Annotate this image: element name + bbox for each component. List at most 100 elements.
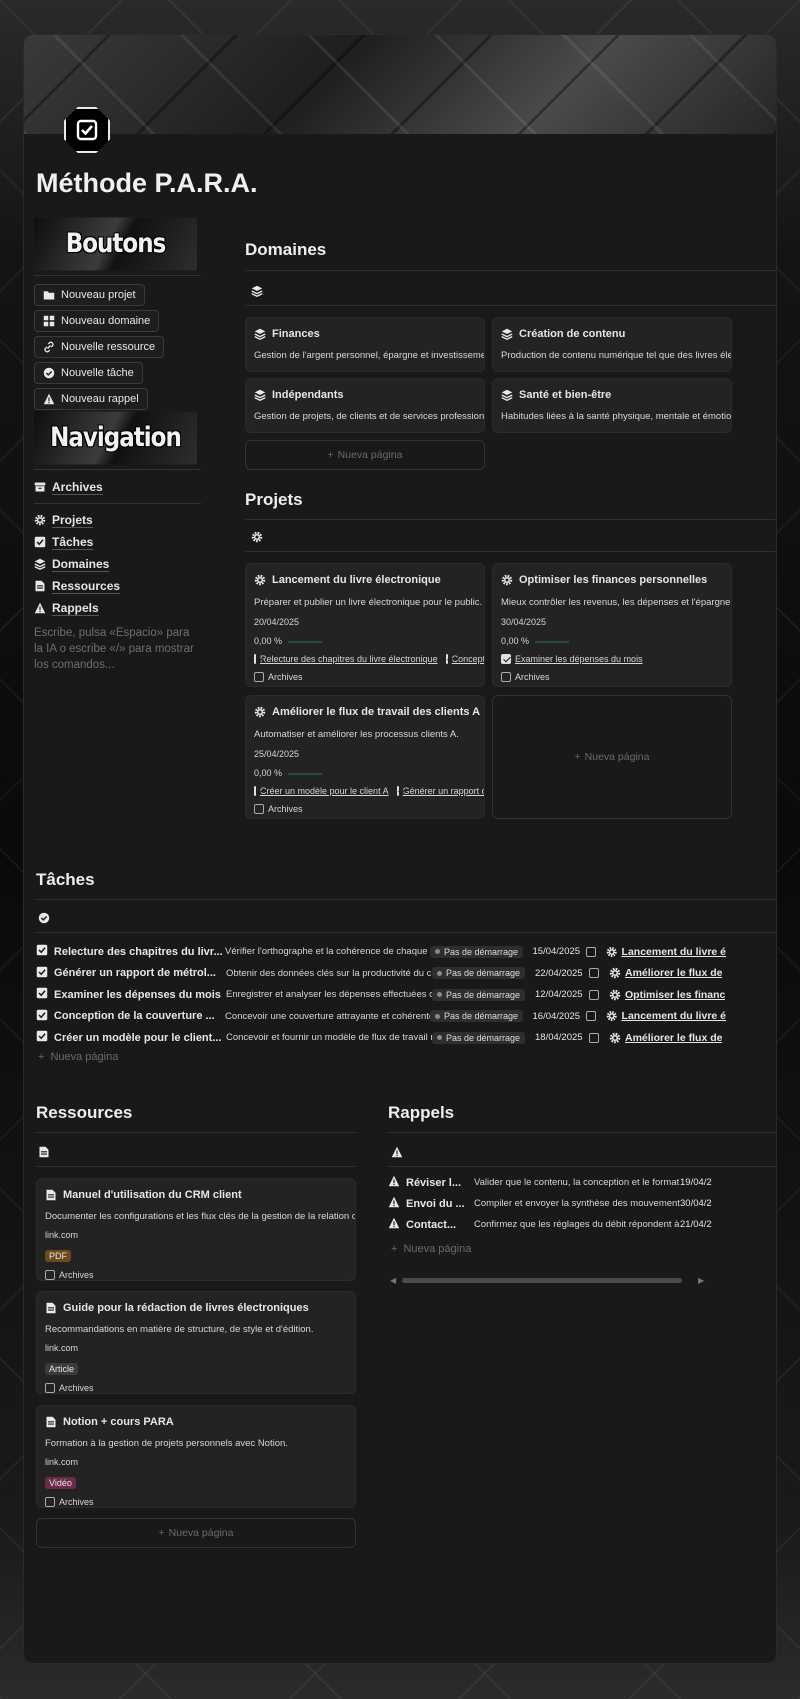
layers-icon[interactable] bbox=[251, 285, 263, 297]
rappels-new-page-button[interactable]: + Nueva página bbox=[391, 1243, 471, 1255]
task-name[interactable]: Générer un rapport de métrol... bbox=[54, 967, 226, 979]
status-badge[interactable]: Pas de démarrage bbox=[432, 988, 526, 1001]
archives-checkbox[interactable] bbox=[254, 672, 264, 682]
task-checkbox[interactable] bbox=[254, 654, 256, 664]
taches-new-page-button[interactable]: + Nueva página bbox=[38, 1051, 118, 1063]
scroll-left-icon[interactable]: ◀ bbox=[390, 1276, 396, 1285]
status-badge[interactable]: Pas de démarrage bbox=[432, 967, 526, 980]
progress-bar bbox=[288, 772, 323, 775]
folder-icon bbox=[43, 291, 55, 300]
document-icon[interactable] bbox=[38, 1146, 50, 1158]
resource-card[interactable]: Notion + cours PARA Formation à la gesti… bbox=[36, 1405, 356, 1508]
project-link[interactable]: Améliorer le flux de bbox=[625, 1032, 722, 1044]
task-project-relation[interactable]: Améliorer le flux de bbox=[609, 967, 722, 979]
task-row[interactable]: Générer un rapport de métrol... Obtenir … bbox=[36, 963, 726, 984]
task-done-checkbox[interactable] bbox=[586, 946, 597, 957]
scroll-right-icon[interactable]: ▶ bbox=[698, 1276, 704, 1285]
project-card[interactable]: Lancement du livre électronique Préparer… bbox=[245, 563, 485, 687]
archives-checkbox[interactable] bbox=[45, 1270, 55, 1280]
task-name[interactable]: Relecture des chapitres du livr... bbox=[54, 946, 225, 958]
domain-card[interactable]: Santé et bien-être Habitudes liées à la … bbox=[492, 378, 732, 433]
ressources-new-page-button[interactable]: + Nueva página bbox=[36, 1518, 356, 1548]
archives-checkbox[interactable] bbox=[45, 1383, 55, 1393]
task-project-relation[interactable]: Optimiser les financ bbox=[609, 989, 725, 1001]
project-card[interactable]: Améliorer le flux de travail des clients… bbox=[245, 695, 485, 819]
task-link[interactable]: Conception bbox=[452, 654, 484, 664]
gear-icon[interactable] bbox=[251, 531, 263, 543]
task-done-checkbox[interactable] bbox=[586, 1011, 597, 1022]
task-checkbox[interactable] bbox=[396, 786, 399, 796]
task-done-checkbox[interactable] bbox=[589, 968, 599, 979]
nav-ressources[interactable]: Ressources bbox=[34, 575, 201, 597]
resource-link[interactable]: link.com bbox=[45, 1343, 355, 1353]
reminder-row[interactable]: Réviser l... Valider que le contenu, la … bbox=[388, 1172, 776, 1193]
project-link[interactable]: Améliorer le flux de bbox=[625, 967, 722, 979]
project-date: 25/04/2025 bbox=[254, 749, 300, 759]
project-link[interactable]: Lancement du livre é bbox=[622, 946, 726, 958]
archives-checkbox[interactable] bbox=[501, 672, 511, 682]
task-name[interactable]: Examiner les dépenses du mois bbox=[54, 989, 226, 1001]
project-link[interactable]: Optimiser les financ bbox=[625, 989, 725, 1001]
new-domain-button[interactable]: Nouveau domaine bbox=[34, 310, 160, 332]
task-project-relation[interactable]: Lancement du livre é bbox=[606, 1010, 726, 1022]
reminder-row[interactable]: Contact... Confirmez que les réglages du… bbox=[388, 1214, 776, 1235]
check-circle-icon[interactable] bbox=[38, 912, 50, 924]
task-project-relation[interactable]: Améliorer le flux de bbox=[609, 1032, 722, 1044]
status-badge[interactable]: Pas de démarrage bbox=[430, 1010, 524, 1023]
reminder-name[interactable]: Envoi du ... bbox=[406, 1198, 474, 1210]
task-row[interactable]: Relecture des chapitres du livr... Vérif… bbox=[36, 941, 726, 962]
task-name[interactable]: Créer un modèle pour le client... bbox=[54, 1032, 226, 1044]
page-checkbox-icon[interactable] bbox=[64, 107, 110, 153]
nav-projets[interactable]: Projets bbox=[34, 509, 201, 531]
nav-archives[interactable]: Archives bbox=[34, 476, 201, 498]
domain-card[interactable]: Création de contenu Production de conten… bbox=[492, 317, 732, 372]
status-badge[interactable]: Pas de démarrage bbox=[432, 1031, 526, 1044]
archives-checkbox[interactable] bbox=[254, 804, 264, 814]
warning-icon bbox=[388, 1196, 400, 1208]
task-checkbox[interactable] bbox=[501, 654, 511, 664]
nav-taches[interactable]: Tâches bbox=[34, 531, 201, 553]
reminder-name[interactable]: Contact... bbox=[406, 1219, 474, 1231]
task-done-checkbox[interactable] bbox=[589, 1032, 599, 1043]
divider bbox=[245, 270, 775, 271]
scrollbar-thumb[interactable] bbox=[402, 1278, 682, 1283]
task-project-relation[interactable]: Lancement du livre é bbox=[606, 946, 726, 958]
archives-checkbox[interactable] bbox=[45, 1497, 55, 1507]
status-badge[interactable]: Pas de démarrage bbox=[430, 945, 524, 958]
resource-link[interactable]: link.com bbox=[45, 1457, 355, 1467]
resource-card[interactable]: Guide pour la rédaction de livres électr… bbox=[36, 1291, 356, 1394]
projets-new-page-button[interactable]: + Nueva página bbox=[492, 695, 732, 819]
plus-icon: + bbox=[574, 751, 581, 763]
editor-placeholder-hint[interactable]: Escribe, pulsa «Espacio» para la IA o es… bbox=[34, 625, 201, 673]
gear-icon bbox=[254, 706, 266, 718]
resource-card[interactable]: Manuel d'utilisation du CRM client Docum… bbox=[36, 1178, 356, 1281]
nav-rappels[interactable]: Rappels bbox=[34, 597, 201, 619]
task-name[interactable]: Conception de la couverture ... bbox=[54, 1010, 225, 1022]
project-card[interactable]: Optimiser les finances personnelles Mieu… bbox=[492, 563, 732, 687]
domaines-new-page-button[interactable]: + Nueva página bbox=[245, 440, 485, 470]
project-link[interactable]: Lancement du livre é bbox=[622, 1010, 726, 1022]
domain-card[interactable]: Indépendants Gestion de projets, de clie… bbox=[245, 378, 485, 433]
reminder-name[interactable]: Réviser l... bbox=[406, 1177, 474, 1189]
task-done-checkbox[interactable] bbox=[589, 989, 599, 1000]
new-project-button[interactable]: Nouveau projet bbox=[34, 284, 145, 306]
task-link[interactable]: Générer un rapport de bbox=[403, 786, 484, 796]
reminder-row[interactable]: Envoi du ... Compiler et envoyer la synt… bbox=[388, 1193, 776, 1214]
nav-domaines[interactable]: Domaines bbox=[34, 553, 201, 575]
task-checkbox[interactable] bbox=[254, 786, 256, 796]
task-link[interactable]: Relecture des chapitres du livre électro… bbox=[260, 654, 438, 664]
resource-link[interactable]: link.com bbox=[45, 1230, 355, 1240]
new-task-button[interactable]: Nouvelle tâche bbox=[34, 362, 143, 384]
warning-icon[interactable] bbox=[391, 1146, 403, 1158]
task-link[interactable]: Examiner les dépenses du mois bbox=[515, 654, 643, 664]
task-row[interactable]: Examiner les dépenses du mois Enregistre… bbox=[36, 984, 726, 1005]
new-resource-button[interactable]: Nouvelle ressource bbox=[34, 336, 165, 358]
task-row[interactable]: Créer un modèle pour le client... Concev… bbox=[36, 1027, 726, 1048]
task-checkbox[interactable] bbox=[445, 654, 448, 664]
domain-title: Santé et bien-être bbox=[519, 389, 612, 401]
task-row[interactable]: Conception de la couverture ... Concevoi… bbox=[36, 1006, 726, 1027]
new-reminder-button[interactable]: Nouveau rappel bbox=[34, 388, 148, 410]
domain-card[interactable]: Finances Gestion de l'argent personnel, … bbox=[245, 317, 485, 372]
task-link[interactable]: Créer un modèle pour le client A bbox=[260, 786, 389, 796]
horizontal-scrollbar[interactable]: ◀ ▶ bbox=[388, 1275, 776, 1285]
